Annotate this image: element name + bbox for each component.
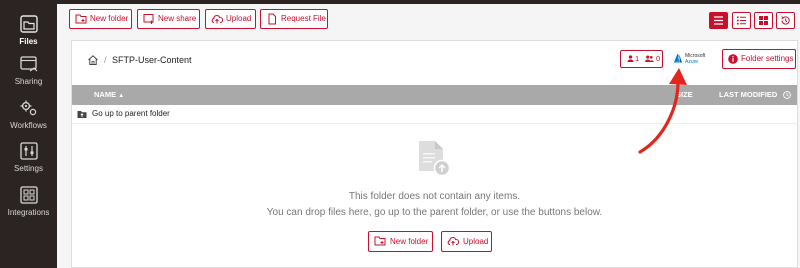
table-header: NAME ▲ SIZE LAST MODIFIED [72, 85, 797, 105]
empty-state-title: This folder does not contain any items. [348, 191, 521, 202]
list-view-button[interactable] [709, 12, 728, 29]
sidebar-item-workflows[interactable]: Workflows [0, 98, 57, 131]
workflows-icon [20, 100, 36, 116]
sidebar: Files Sharing Workflows Settings Integra… [0, 4, 57, 268]
sidebar-item-settings[interactable]: Settings [0, 141, 57, 174]
compact-list-button[interactable] [732, 12, 751, 29]
user-icon [627, 55, 634, 62]
settings-icon [19, 142, 38, 160]
empty-new-folder-label: New folder [390, 237, 429, 246]
folder-settings-label: Folder settings [741, 54, 794, 63]
history-button[interactable] [776, 12, 795, 29]
empty-state-hint: You can drop files here, go up to the pa… [266, 207, 603, 218]
new-folder-button[interactable]: New folder [69, 9, 132, 29]
sharing-icon [19, 56, 37, 72]
sidebar-item-files[interactable]: Files [0, 14, 57, 47]
sidebar-item-integrations[interactable]: Integrations [0, 185, 57, 218]
sidebar-item-label: Settings [14, 164, 43, 173]
microsoft-azure-badge[interactable]: Microsoft Azure [673, 49, 716, 69]
breadcrumb-current-folder: SFTP-User-Content [112, 55, 192, 65]
azure-label-azure: Azure [685, 59, 699, 65]
cloud-upload-icon [211, 15, 223, 24]
empty-upload-label: Upload [463, 237, 489, 246]
name-column-header[interactable]: NAME ▲ [94, 85, 124, 106]
history-icon [781, 16, 790, 25]
azure-logo-icon [674, 53, 682, 63]
new-share-icon [143, 14, 154, 24]
sidebar-item-label: Sharing [14, 77, 43, 86]
integrations-icon [19, 186, 38, 204]
new-folder-icon [75, 14, 87, 24]
sidebar-item-label: Files [19, 37, 38, 46]
group-count: 0 [656, 54, 661, 63]
sidebar-item-label: Workflows [10, 121, 47, 130]
home-icon[interactable] [87, 54, 99, 66]
new-folder-icon [374, 236, 386, 246]
new-folder-label: New folder [90, 14, 129, 23]
empty-new-folder-button[interactable]: New folder [368, 231, 433, 252]
last-modified-column-header[interactable]: LAST MODIFIED [719, 85, 777, 105]
clock-icon[interactable] [783, 91, 791, 99]
folder-settings-button[interactable]: Folder settings [722, 49, 796, 69]
sort-ascending-icon: ▲ [118, 93, 125, 99]
user-count: 1 [635, 54, 640, 63]
grid-view-icon [759, 16, 768, 25]
cloud-upload-icon [447, 237, 459, 246]
empty-folder-file-upload-icon [419, 141, 451, 177]
go-up-row[interactable]: Go up to parent folder [72, 105, 797, 124]
sidebar-item-label: Integrations [7, 208, 50, 217]
info-icon [728, 54, 738, 64]
upload-button[interactable]: Upload [205, 9, 256, 29]
file-browser: / SFTP-User-Content 1 0 Microsoft Azure … [71, 40, 798, 268]
group-icon [645, 55, 654, 62]
new-share-label: New share [158, 14, 197, 23]
size-column-header[interactable]: SIZE [676, 85, 693, 105]
files-icon [19, 15, 38, 33]
members-badge[interactable]: 1 0 [620, 50, 663, 68]
compact-list-icon [737, 16, 746, 25]
breadcrumb-separator: / [104, 55, 107, 65]
main-panel: New folder New share Upload Request File [57, 4, 800, 268]
upload-label: Upload [226, 14, 252, 23]
grid-view-button[interactable] [754, 12, 773, 29]
request-file-label: Request File [281, 14, 326, 23]
empty-upload-button[interactable]: Upload [441, 231, 492, 252]
toolbar: New folder New share Upload Request File [57, 4, 800, 36]
sidebar-item-sharing[interactable]: Sharing [0, 54, 57, 87]
list-view-icon [714, 16, 723, 25]
file-request-icon [268, 13, 276, 25]
go-up-label: Go up to parent folder [92, 109, 170, 118]
folder-up-icon [77, 111, 87, 118]
new-share-button[interactable]: New share [137, 9, 200, 29]
request-file-button[interactable]: Request File [260, 9, 328, 29]
